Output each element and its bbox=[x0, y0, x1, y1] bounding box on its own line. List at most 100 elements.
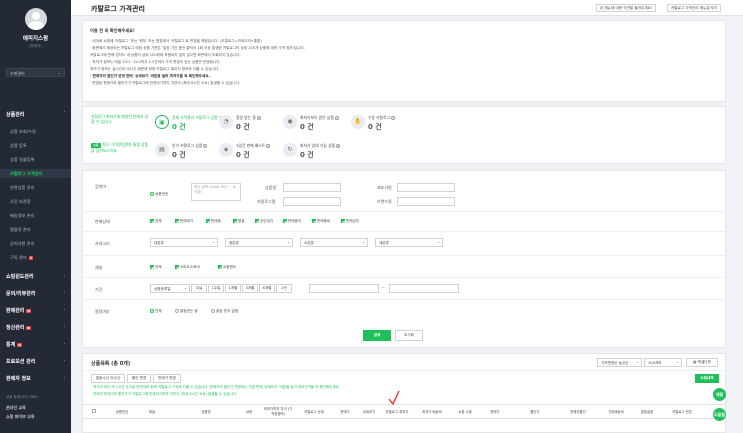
maker-input[interactable] bbox=[397, 183, 455, 192]
stat-label: 수동 카탈로그? bbox=[368, 115, 396, 120]
sidebar-item-notice[interactable]: 공지사항 관리 bbox=[0, 239, 71, 248]
edit-history-button[interactable]: 수정내역 bbox=[695, 374, 719, 383]
sidebar-item-delivery[interactable]: 배송정보 관리 bbox=[0, 211, 71, 220]
help-fab-button[interactable]: 도움말 bbox=[713, 408, 726, 421]
stats-panel: 카탈로그 최저가에 매칭된 판매자 상품 수 입니다. ▣ 전체 가격관리 카탈… bbox=[82, 106, 726, 164]
col-header: 채널 bbox=[148, 410, 156, 414]
status-soldout[interactable]: 품절 bbox=[233, 219, 245, 224]
sidebar-section-promo[interactable]: 프로모션 관리 ⌄ bbox=[0, 355, 71, 365]
stat-same[interactable]: ◉ 최저가보다 같은 상품? 0 건 bbox=[283, 114, 347, 132]
status-all[interactable]: 전체 bbox=[150, 219, 162, 224]
sidebar-footer-five[interactable]: 쇼핑 파이브 교육 bbox=[6, 414, 35, 420]
channel-smartstore[interactable]: 스마트스토어 bbox=[175, 265, 200, 270]
alarm-toggle-button[interactable]: 알람수신 미수신 bbox=[91, 374, 125, 383]
sidebar-footer-service[interactable]: 상품 등록/관리 서비스 bbox=[6, 395, 38, 400]
status-waiting[interactable]: 판매대기 bbox=[175, 219, 193, 224]
col-header: 최저가까지 차이 (가격경쟁력) bbox=[263, 407, 293, 416]
section-label: 판매관리 bbox=[6, 308, 25, 314]
manual-button[interactable]: 카탈로그 가격관리 메뉴얼 보기 bbox=[667, 4, 722, 12]
stat-alert[interactable]: ◔ 알림 받는 중? 0 건 bbox=[219, 114, 279, 132]
chevron-up-icon: ⌃ bbox=[62, 110, 66, 115]
sidebar-item-product-list[interactable]: 상품 조회/수정 bbox=[0, 127, 71, 136]
period-type-select[interactable]: 상품등록일 ⌄ bbox=[150, 284, 190, 293]
sidebar-item-related[interactable]: 연관상품 관리 bbox=[0, 183, 71, 192]
period-1week-button[interactable]: 1주일 bbox=[208, 284, 224, 293]
sidebar-section-goods[interactable]: 문의/리뷰관리 ⌄ bbox=[0, 287, 71, 297]
alert-on[interactable]: 알림받는 중 bbox=[175, 309, 198, 314]
alert-all[interactable]: 전체 bbox=[150, 309, 162, 314]
status-ended[interactable]: 판매종료 bbox=[312, 219, 330, 224]
stat-popular[interactable]: ▤ 인기 카탈로그 상품? 0 건 bbox=[155, 142, 215, 160]
sidebar-section-seller[interactable]: 판매자 정보 ⌄ bbox=[0, 372, 71, 382]
channel-all[interactable]: 전체 bbox=[150, 265, 162, 270]
period-1year-button[interactable]: 1년 bbox=[276, 284, 292, 293]
update-icon: ↻ bbox=[283, 143, 297, 157]
product-name-input[interactable] bbox=[283, 183, 341, 192]
stat-value: 0 건 bbox=[172, 123, 186, 131]
stats-row-1: 카탈로그 최저가에 매칭된 판매자 상품 수 입니다. ▣ 전체 가격관리 카탈… bbox=[83, 111, 727, 135]
sidebar-item-product-register[interactable]: 상품 등록 bbox=[0, 141, 71, 150]
sidebar-footer-education[interactable]: 온라인 교육 bbox=[6, 405, 26, 411]
status-stopped[interactable]: 판매중지 bbox=[283, 219, 301, 224]
sidebar-section-store[interactable]: 쇼핑윈도관리 ⌄ bbox=[0, 270, 71, 280]
sidebar-item-bulk-register[interactable]: 상품 일괄등록 bbox=[0, 155, 71, 164]
chevron-down-icon: ⌄ bbox=[57, 70, 61, 75]
reset-button[interactable]: 초기화 bbox=[395, 330, 423, 341]
brand-input[interactable] bbox=[397, 197, 455, 206]
stat-total[interactable]: ▣ 전체 가격관리 카탈로그 상품 수 0 건 bbox=[155, 114, 222, 132]
col-header: 판매자할인 bbox=[570, 410, 586, 414]
status-selling[interactable]: 판매중 bbox=[206, 219, 221, 224]
category-4-select[interactable]: 세분류 ⌄ bbox=[375, 238, 443, 247]
period-6month-button[interactable]: 6개월 bbox=[259, 284, 275, 293]
stat-manual[interactable]: ✋ 수동 카탈로그? 0 건 bbox=[351, 114, 411, 132]
status-approval[interactable]: 승인대기 bbox=[255, 219, 273, 224]
store-select[interactable]: 수퍼관리 ⌄ bbox=[6, 68, 65, 77]
search-button[interactable]: 검색 bbox=[363, 330, 391, 341]
alert-off[interactable]: 알림 받지 않음 bbox=[211, 309, 238, 314]
feedback-button[interactable]: 본 메뉴에 대한 의견을 들려주세요! bbox=[596, 4, 657, 12]
start-date-input[interactable] bbox=[309, 284, 379, 293]
discount-change-button[interactable]: 할인 변경 bbox=[127, 374, 151, 383]
checkbox-icon bbox=[91, 409, 96, 413]
chat-fab-button[interactable]: 채팅 bbox=[713, 388, 726, 401]
divider bbox=[83, 299, 727, 300]
category-2-select[interactable]: 중분류 ⌄ bbox=[225, 238, 293, 247]
query-textarea[interactable]: 복수 검색 (enter 또는 ',' 로 구분) bbox=[191, 183, 241, 201]
price-change-button[interactable]: 판매가 변경 bbox=[153, 374, 181, 383]
stat-update[interactable]: ↻ 최저가 업데 가능 상품? 0 건 bbox=[283, 142, 347, 160]
stat-best[interactable]: ◈ 3일간 판매 베스트? 0 건 bbox=[219, 142, 279, 160]
period-1month-button[interactable]: 1개월 bbox=[225, 284, 241, 293]
catalog-input[interactable] bbox=[283, 197, 341, 206]
period-3month-button[interactable]: 3개월 bbox=[242, 284, 258, 293]
sort-select[interactable]: 가격변경순 높은순 ⌄ bbox=[597, 358, 642, 367]
profile-name: 에피지스팜 bbox=[22, 36, 49, 42]
col-header: 판매가 bbox=[490, 410, 500, 414]
sidebar-section-delivery[interactable]: 판매관리 N ⌄ bbox=[0, 304, 71, 314]
chevron-down-icon: ⌄ bbox=[62, 306, 66, 311]
select-all-checkbox[interactable] bbox=[91, 409, 97, 413]
sidebar-item-subscribe[interactable]: 구독 관리 N bbox=[0, 253, 71, 262]
sidebar-item-template[interactable]: 템플릿 관리 bbox=[0, 225, 71, 234]
excel-icon: ▦ bbox=[693, 360, 697, 364]
end-date-input[interactable] bbox=[389, 284, 459, 293]
profile: 에피지스팜 (판매자) bbox=[0, 0, 71, 70]
chevron-down-icon: ⌄ bbox=[287, 240, 290, 244]
chevron-down-icon: ⌄ bbox=[212, 240, 215, 244]
category-3-select[interactable]: 소분류 ⌄ bbox=[300, 238, 368, 247]
status-banned[interactable]: 판매금지 bbox=[341, 219, 359, 224]
checkbox-icon bbox=[312, 219, 316, 223]
excel-download-button[interactable]: ▦ 엑셀다운 bbox=[686, 358, 718, 367]
sidebar-item-photo[interactable]: 사진 보관함 bbox=[0, 197, 71, 206]
sidebar-item-catalog-price[interactable]: 카탈로그 가격관리 bbox=[0, 169, 71, 178]
sidebar-section-product[interactable]: 상품관리 ⌃ bbox=[0, 108, 71, 118]
sidebar-section-settlement[interactable]: 정산관리 N ⌄ bbox=[0, 321, 71, 331]
chevron-down-icon: ⌄ bbox=[62, 272, 66, 277]
channel-window[interactable]: 쇼핑윈도 bbox=[218, 265, 236, 270]
radio-product-no[interactable]: 상품번호 bbox=[150, 192, 168, 197]
stat-label: 최저가 업데 가능 상품? bbox=[300, 143, 341, 148]
period-today-button[interactable]: 오늘 bbox=[191, 284, 207, 293]
category-1-select[interactable]: 대분류 ⌄ bbox=[150, 238, 218, 247]
sidebar-section-stats[interactable]: 통계 N ⌄ bbox=[0, 338, 71, 348]
avatar[interactable] bbox=[24, 8, 47, 30]
per-page-select[interactable]: 100개씩 ⌄ bbox=[644, 358, 682, 367]
